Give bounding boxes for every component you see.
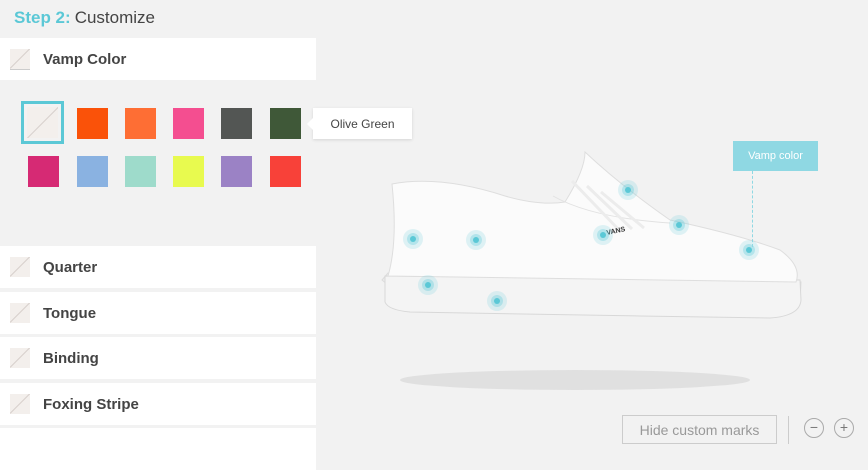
hotspot-marker[interactable] (470, 234, 482, 246)
color-preview-icon (10, 348, 30, 368)
part-label: Binding (43, 349, 99, 367)
part-row-tongue[interactable]: Tongue (0, 292, 316, 334)
part-row-quarter[interactable]: Quarter (0, 246, 316, 288)
vamp-color-label: Vamp Color (43, 50, 127, 68)
swatch-10[interactable] (221, 156, 252, 187)
part-label: Quarter (43, 258, 98, 276)
swatch-grid (0, 84, 316, 204)
swatch-olive-green[interactable] (270, 108, 301, 139)
step-number: Step 2: (14, 8, 71, 27)
swatch-11[interactable] (270, 156, 301, 187)
shoe-preview: VANS (370, 130, 840, 410)
color-preview-icon (10, 303, 30, 323)
hotspot-marker[interactable] (597, 229, 609, 241)
zoom-out-button[interactable]: − (804, 418, 824, 438)
hotspot-marker[interactable] (422, 279, 434, 291)
swatch-9[interactable] (173, 156, 204, 187)
color-preview-icon (10, 394, 30, 414)
color-preview-icon (10, 257, 30, 277)
swatch-none[interactable] (21, 101, 64, 144)
step-label: Customize (74, 8, 155, 27)
swatch-4[interactable] (221, 108, 252, 139)
swatch-6[interactable] (28, 156, 59, 187)
hide-custom-marks-button[interactable]: Hide custom marks (622, 415, 777, 444)
hotspot-vamp[interactable] (743, 244, 755, 256)
step-title: Step 2: Customize (14, 8, 155, 28)
swatch-1[interactable] (77, 108, 108, 139)
part-row-foxing-stripe[interactable]: Foxing Stripe (0, 383, 316, 425)
part-label: Foxing Stripe (43, 395, 139, 413)
part-row-next[interactable] (0, 428, 316, 470)
shoe-image: VANS (381, 150, 802, 390)
vamp-color-callout: Vamp color (733, 141, 818, 171)
hotspot-marker[interactable] (673, 219, 685, 231)
hotspot-marker[interactable] (491, 295, 503, 307)
callout-leader-line (752, 171, 753, 247)
hotspot-marker[interactable] (407, 233, 419, 245)
swatch-8[interactable] (125, 156, 156, 187)
control-divider (788, 416, 789, 444)
swatch-7[interactable] (77, 156, 108, 187)
zoom-in-button[interactable]: + (834, 418, 854, 438)
vamp-color-header[interactable]: Vamp Color (0, 38, 316, 80)
part-row-binding[interactable]: Binding (0, 337, 316, 379)
color-preview-icon (10, 48, 30, 70)
swatch-2[interactable] (125, 108, 156, 139)
hotspot-marker[interactable] (622, 184, 634, 196)
swatch-3[interactable] (173, 108, 204, 139)
part-label: Tongue (43, 304, 97, 322)
